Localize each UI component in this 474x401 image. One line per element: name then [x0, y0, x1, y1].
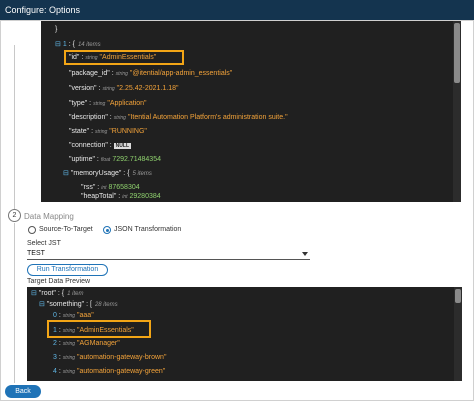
select-jst-value: TEST	[27, 250, 45, 257]
json-array-entry: 4 : string "automation-gateway-green"	[53, 368, 166, 375]
source-json-viewer[interactable]: } ⊟ 1 : {14 items "id" : string "AdminEssen…	[41, 21, 461, 202]
back-button[interactable]: Back	[5, 385, 41, 398]
json-something-head[interactable]: ⊟ "something" : [28 items	[39, 300, 118, 310]
json-field-uptime: "uptime" : float 7292.71484354	[69, 156, 161, 163]
json-array-entry: 2 : string "AGManager"	[53, 340, 120, 347]
json-array-entry: 3 : string "automation-gateway-brown"	[53, 354, 167, 361]
scrollbar-thumb[interactable]	[454, 23, 460, 83]
step-number-badge: 2	[8, 209, 21, 222]
select-jst-label: Select JST	[27, 240, 61, 247]
window-title: Configure: Options	[0, 0, 474, 20]
run-transformation-button[interactable]: Run Transformation	[27, 264, 108, 276]
json-field-description: "description" : string "Itential Automatio…	[69, 114, 288, 121]
json-field-type: "type" : string "Application"	[69, 100, 147, 107]
step-connector	[14, 223, 15, 383]
json-field-package-id: "package_id" : string "@itential/app-admin…	[69, 70, 233, 77]
json-field-state: "state" : string "RUNNING"	[69, 128, 147, 135]
null-badge: NULL	[113, 143, 132, 149]
json-array-item-head[interactable]: ⊟ 1 : {14 items	[55, 40, 101, 50]
json-field-heap-total: "heapTotal" : int 29280384	[81, 193, 161, 200]
step-connector	[14, 45, 15, 209]
chevron-down-icon	[302, 252, 308, 256]
scrollbar[interactable]	[454, 287, 462, 381]
target-json-viewer[interactable]: ⊟ "root" : {1 item ⊟ "something" : [28 ite…	[27, 287, 462, 381]
json-field-version: "version" : string "2.25.42-2021.1.18"	[69, 85, 179, 92]
collapse-icon[interactable]: ⊟	[55, 41, 61, 48]
section-title: Data Mapping	[24, 212, 74, 221]
json-root-head[interactable]: ⊟ "root" : {1 item	[31, 289, 83, 299]
radio-json-transformation[interactable]	[103, 226, 111, 234]
radio-source-to-target[interactable]	[28, 226, 36, 234]
collapse-icon[interactable]: ⊟	[31, 290, 37, 297]
collapse-icon[interactable]: ⊟	[39, 301, 45, 308]
target-preview-label: Target Data Preview	[27, 278, 91, 285]
radio-label-source-to-target[interactable]: Source-To-Target	[39, 226, 93, 233]
json-field-connection: "connection" : NULL	[69, 142, 132, 149]
scrollbar-thumb[interactable]	[455, 289, 461, 303]
json-object-memory-usage[interactable]: ⊟ "memoryUsage" : {5 items	[63, 169, 152, 179]
json-closing-brace: }	[55, 26, 58, 33]
highlight-box	[47, 320, 151, 338]
scrollbar[interactable]	[453, 21, 461, 202]
options-panel: } ⊟ 1 : {14 items "id" : string "AdminEssen…	[0, 20, 474, 401]
select-jst-dropdown[interactable]: TEST	[27, 250, 310, 260]
highlight-box	[64, 50, 184, 65]
radio-label-json-transformation[interactable]: JSON Transformation	[114, 226, 181, 233]
collapse-icon[interactable]: ⊟	[63, 170, 69, 177]
